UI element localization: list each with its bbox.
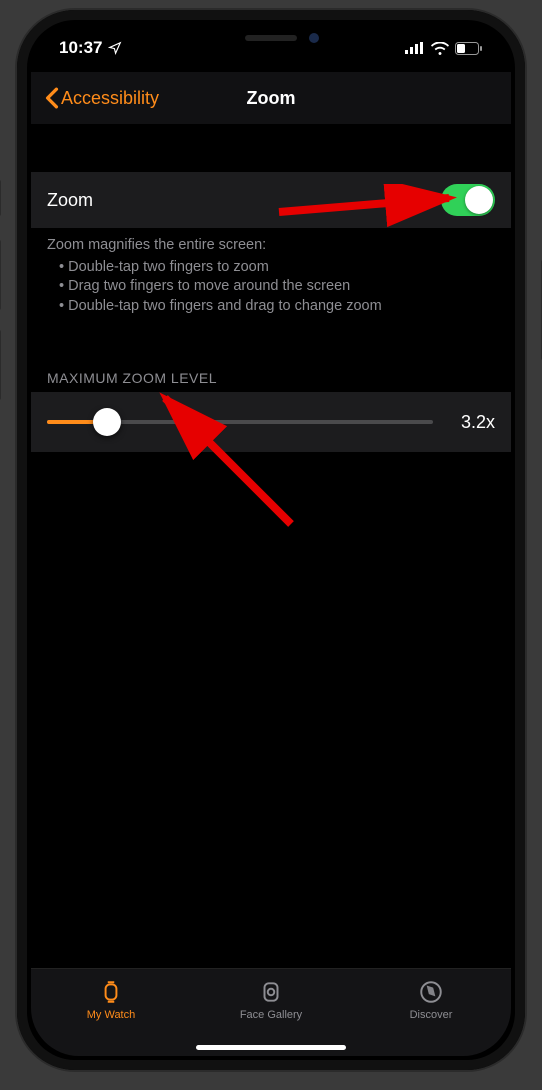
device-frame: 10:37 Accessibility Zoom Zoom — [17, 10, 525, 1070]
back-label: Accessibility — [61, 88, 159, 109]
tab-bar: My Watch Face Gallery Discover — [31, 968, 511, 1056]
face-gallery-icon — [258, 979, 284, 1005]
max-zoom-slider-row: 3.2x — [31, 392, 511, 452]
zoom-toggle-label: Zoom — [47, 190, 93, 211]
front-camera-icon — [309, 33, 319, 43]
content: Zoom Zoom magnifies the entire screen: D… — [31, 124, 511, 976]
wifi-icon — [431, 42, 449, 55]
chevron-left-icon — [45, 87, 59, 109]
description-intro: Zoom magnifies the entire screen: — [47, 236, 495, 256]
tab-face-gallery[interactable]: Face Gallery — [191, 979, 351, 1021]
tab-my-watch[interactable]: My Watch — [31, 979, 191, 1021]
compass-icon — [418, 979, 444, 1005]
switch-knob — [465, 186, 493, 214]
screen: 10:37 Accessibility Zoom Zoom — [31, 24, 511, 1056]
battery-icon — [455, 42, 483, 55]
description-bullet: Double-tap two fingers and drag to chang… — [59, 297, 495, 317]
tab-discover[interactable]: Discover — [351, 979, 511, 1021]
max-zoom-slider[interactable] — [47, 408, 433, 436]
status-time: 10:37 — [59, 38, 102, 58]
notch — [161, 24, 381, 52]
tab-label: Face Gallery — [240, 1009, 302, 1021]
device-side-button — [0, 180, 1, 216]
tab-label: My Watch — [87, 1009, 136, 1021]
max-zoom-header: MAXIMUM ZOOM LEVEL — [31, 316, 511, 392]
zoom-toggle-row[interactable]: Zoom — [31, 172, 511, 228]
zoom-toggle-switch[interactable] — [441, 184, 495, 216]
description-bullet: Double-tap two fingers to zoom — [59, 258, 495, 278]
zoom-description: Zoom magnifies the entire screen: Double… — [31, 228, 511, 316]
description-bullet: Drag two fingers to move around the scre… — [59, 277, 495, 297]
watch-icon — [98, 979, 124, 1005]
cellular-signal-icon — [405, 42, 425, 54]
description-bullets: Double-tap two fingers to zoom Drag two … — [47, 258, 495, 317]
max-zoom-value: 3.2x — [447, 412, 495, 433]
device-side-button — [0, 240, 1, 310]
slider-thumb[interactable] — [93, 408, 121, 436]
device-side-button — [0, 330, 1, 400]
home-indicator[interactable] — [196, 1045, 346, 1050]
speaker-grille — [245, 35, 297, 41]
nav-bar: Accessibility Zoom — [31, 72, 511, 124]
tab-label: Discover — [410, 1009, 453, 1021]
page-title: Zoom — [247, 88, 296, 109]
location-icon — [108, 41, 122, 55]
back-button[interactable]: Accessibility — [39, 72, 165, 124]
